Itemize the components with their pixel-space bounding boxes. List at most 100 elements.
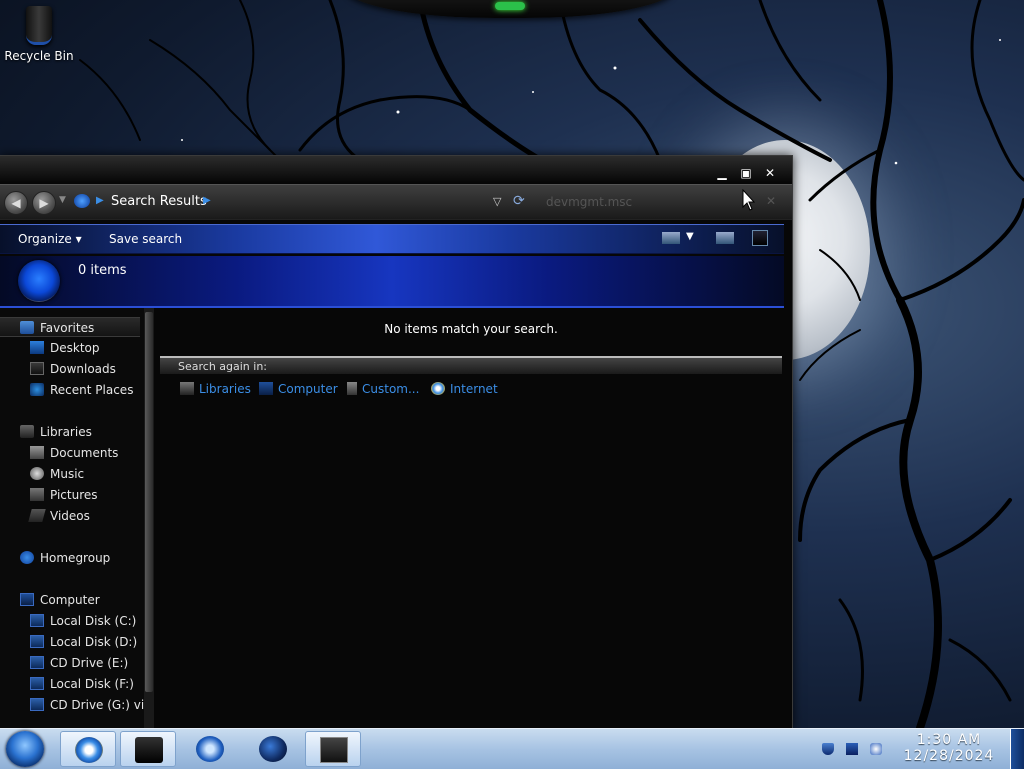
details-pane: 0 items — [0, 256, 784, 308]
internet-explorer-icon — [75, 737, 103, 763]
link-label: Internet — [450, 382, 498, 396]
search-again-libraries[interactable]: Libraries — [180, 382, 251, 396]
media-player-icon — [196, 736, 224, 762]
nav-item-local-disk-f[interactable]: Local Disk (F:) — [30, 674, 134, 694]
file-list[interactable]: No items match your search. Search again… — [158, 308, 784, 728]
nav-computer[interactable]: Computer — [20, 590, 100, 610]
search-results-icon — [74, 194, 90, 208]
nav-item-videos[interactable]: Videos — [28, 506, 90, 526]
clock-time: 1:30 AM — [916, 732, 982, 748]
nav-item-documents[interactable]: Documents — [30, 443, 118, 463]
nav-label: Homegroup — [40, 551, 111, 565]
computer-icon — [20, 593, 34, 606]
system-clock[interactable]: 1:30 AM 12/28/2024 — [890, 732, 1008, 764]
search-folder-icon — [18, 260, 60, 302]
volume-icon[interactable] — [870, 743, 882, 755]
nav-item-cd-drive-g[interactable]: CD Drive (G:) virt — [30, 695, 154, 715]
globe-icon — [259, 736, 287, 762]
organize-label: Organize — [18, 232, 72, 246]
search-again-custom[interactable]: Custom... — [347, 382, 419, 396]
videos-icon — [28, 509, 46, 522]
status-led — [495, 2, 525, 10]
libraries-icon — [180, 382, 194, 395]
link-label: Libraries — [199, 382, 251, 396]
nav-item-local-disk-c[interactable]: Local Disk (C:) — [30, 611, 136, 631]
nav-libraries[interactable]: Libraries — [20, 422, 92, 442]
nav-item-pictures[interactable]: Pictures — [30, 485, 98, 505]
breadcrumb[interactable]: Search Results — [111, 194, 207, 209]
nav-label: Documents — [50, 446, 119, 460]
nav-item-music[interactable]: Music — [30, 464, 84, 484]
drive-icon — [30, 614, 44, 627]
help-icon[interactable] — [752, 230, 768, 246]
empty-message: No items match your search. — [384, 322, 558, 336]
link-label: Computer — [278, 382, 338, 396]
command-bar: Organize ▾ Save search ▼ — [0, 224, 784, 254]
breadcrumb-separator-icon[interactable]: ▶ — [96, 195, 104, 206]
view-dropdown-icon[interactable]: ▼ — [686, 231, 694, 242]
nav-label: Local Disk (D:) — [50, 635, 138, 649]
nav-homegroup[interactable]: Homegroup — [20, 548, 110, 568]
nav-label: Local Disk (F:) — [50, 677, 134, 691]
recent-pages-dropdown-icon[interactable]: ▼ — [59, 195, 66, 205]
maximize-button[interactable]: ▣ — [737, 166, 755, 180]
explorer-window: ▁ ▣ ✕ ◀ ▶ ▼ ▶ Search Results ▶ ▽ ⟳ devmg… — [0, 155, 793, 730]
taskbar-computer-window[interactable] — [305, 731, 361, 767]
search-again-computer[interactable]: Computer — [259, 382, 338, 396]
save-search-button[interactable]: Save search — [109, 232, 182, 246]
desktop-icon-recycle-bin[interactable]: Recycle Bin — [4, 6, 74, 63]
nav-label: Favorites — [40, 321, 95, 335]
nav-label: CD Drive (G:) virt — [50, 698, 154, 712]
show-desktop-button[interactable] — [1010, 729, 1024, 769]
drive-icon — [30, 635, 44, 648]
address-dropdown-icon[interactable]: ▽ — [493, 195, 501, 208]
nav-item-desktop[interactable]: Desktop — [30, 338, 100, 358]
libraries-icon — [20, 425, 34, 438]
network-icon[interactable] — [846, 743, 858, 755]
clock-date: 12/28/2024 — [903, 748, 995, 764]
mouse-cursor-icon — [742, 189, 756, 211]
title-bar[interactable]: ▁ ▣ ✕ — [0, 156, 792, 184]
navigation-pane: Favorites Desktop Downloads Recent Place… — [0, 308, 154, 728]
breadcrumb-chevron-icon[interactable]: ▶ — [203, 195, 211, 206]
refresh-icon[interactable]: ⟳ — [513, 193, 525, 209]
view-icon[interactable] — [662, 232, 680, 244]
computer-window-icon — [320, 737, 348, 763]
search-again-internet[interactable]: Internet — [431, 382, 498, 396]
nav-scrollbar[interactable] — [144, 308, 154, 728]
pictures-icon — [30, 488, 44, 501]
favorites-star-icon — [20, 321, 34, 334]
security-shield-icon[interactable] — [822, 743, 834, 755]
preview-pane-icon[interactable] — [716, 232, 734, 244]
nav-item-downloads[interactable]: Downloads — [30, 359, 116, 379]
address-bar: ◀ ▶ ▼ ▶ Search Results ▶ ▽ ⟳ devmgmt.msc… — [0, 184, 792, 220]
clear-search-icon[interactable]: ✕ — [766, 194, 776, 208]
taskbar-media-player[interactable] — [182, 731, 238, 767]
desktop-icon-label: Recycle Bin — [4, 49, 74, 63]
close-button[interactable]: ✕ — [761, 166, 779, 180]
documents-icon — [30, 446, 44, 459]
minimize-button[interactable]: ▁ — [713, 166, 731, 180]
taskbar-internet-explorer[interactable] — [60, 731, 116, 767]
start-button[interactable] — [6, 731, 44, 767]
nav-favorites[interactable]: Favorites — [0, 317, 140, 337]
nav-label: Videos — [50, 509, 90, 523]
organize-button[interactable]: Organize ▾ — [18, 232, 82, 246]
recycle-bin-icon — [26, 6, 52, 45]
back-button[interactable]: ◀ — [4, 191, 28, 215]
internet-explorer-icon — [431, 382, 445, 395]
nav-label: Computer — [40, 593, 100, 607]
taskbar-explorer[interactable] — [120, 731, 176, 767]
scrollbar-thumb[interactable] — [145, 312, 153, 692]
link-label: Custom... — [362, 382, 420, 396]
drive-icon — [30, 677, 44, 690]
downloads-folder-icon — [30, 362, 44, 375]
nav-item-recent-places[interactable]: Recent Places — [30, 380, 133, 400]
forward-button[interactable]: ▶ — [32, 191, 56, 215]
nav-item-cd-drive-e[interactable]: CD Drive (E:) — [30, 653, 128, 673]
taskbar-globe-app[interactable] — [245, 731, 301, 767]
cd-drive-icon — [30, 698, 44, 711]
cd-drive-icon — [30, 656, 44, 669]
nav-item-local-disk-d[interactable]: Local Disk (D:) — [30, 632, 137, 652]
nav-label: Downloads — [50, 362, 116, 376]
